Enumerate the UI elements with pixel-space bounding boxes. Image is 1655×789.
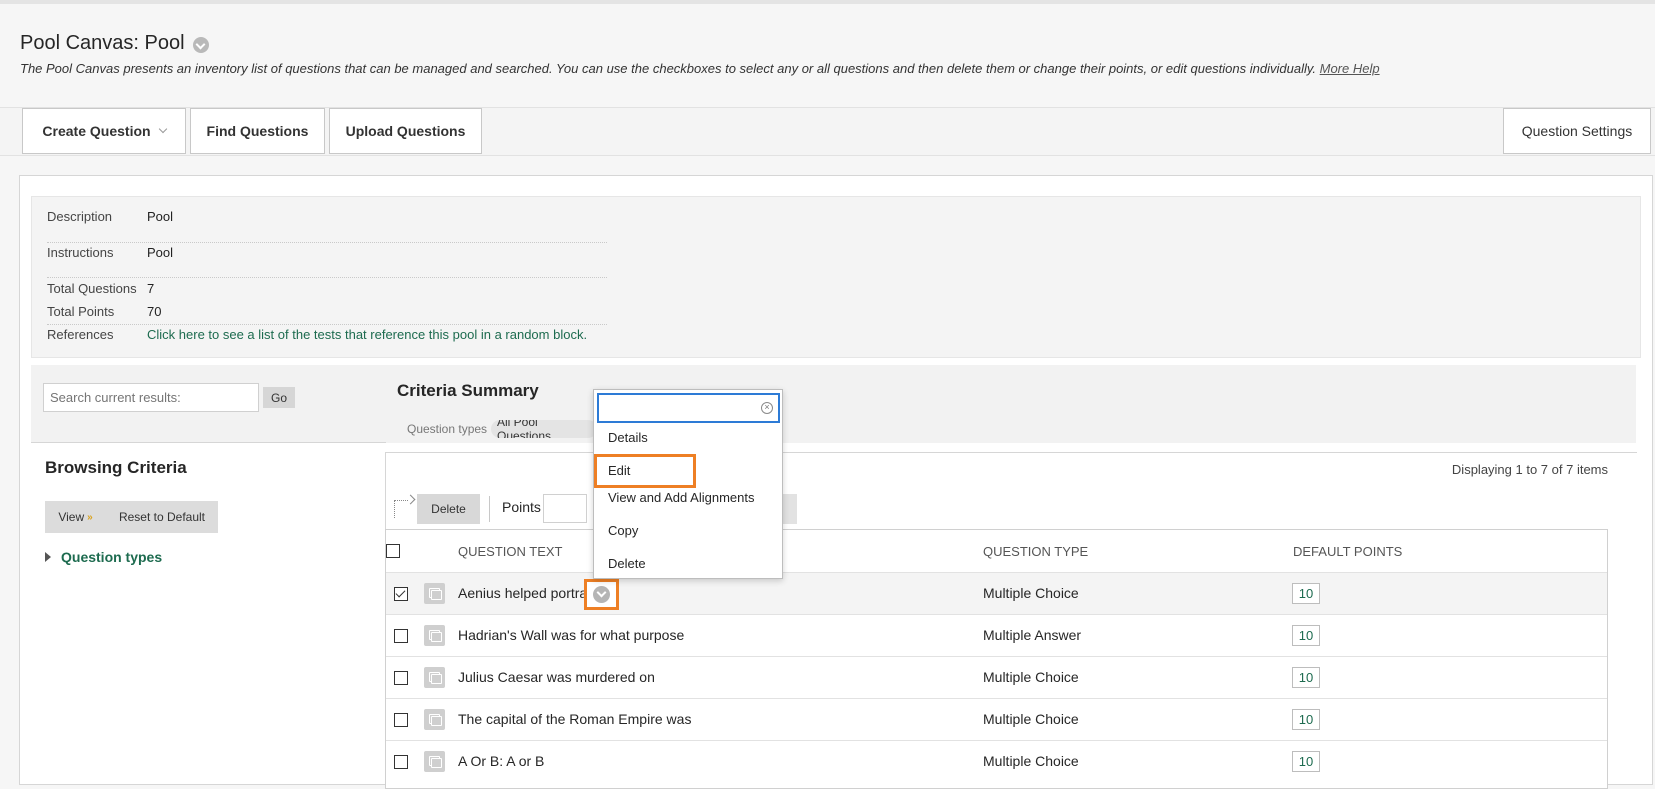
question-types-label: Question types (61, 549, 163, 565)
question-text[interactable]: Aenius helped portray (458, 585, 594, 601)
create-question-label: Create Question (42, 123, 151, 139)
select-all-checkbox[interactable] (386, 544, 400, 558)
total-points-label: Total Points (47, 304, 115, 319)
default-points-value[interactable]: 10 (1292, 667, 1320, 688)
chevron-down-icon (158, 124, 167, 134)
question-preview-icon[interactable] (424, 667, 445, 688)
row-menu-chevron-icon[interactable] (593, 586, 610, 603)
context-menu-search-input[interactable] (597, 393, 780, 423)
find-questions-button[interactable]: Find Questions (190, 108, 325, 154)
double-chevron-down-icon: » (87, 511, 93, 523)
total-points-value: 70 (147, 304, 162, 319)
question-types-toggle[interactable]: Question types (45, 549, 162, 565)
search-input[interactable] (43, 383, 259, 412)
row-checkbox[interactable] (394, 629, 408, 643)
question-type: Multiple Choice (983, 585, 1079, 601)
default-points-value[interactable]: 10 (1292, 583, 1320, 604)
header-question-text[interactable]: QUESTION TEXT (458, 544, 563, 559)
description-label: Description (47, 209, 113, 224)
title-chevron-icon[interactable] (192, 36, 209, 53)
menu-item-view-alignments[interactable]: View and Add Alignments (608, 490, 754, 505)
default-points-value[interactable]: 10 (1292, 709, 1320, 730)
row-checkbox[interactable] (394, 755, 408, 769)
criteria-question-types-pill: All Pool Questions (491, 420, 597, 438)
references-label: References (47, 327, 114, 342)
total-questions-value: 7 (147, 281, 155, 296)
bulk-action-arrow-icon (394, 500, 408, 518)
info-row-description: Description Pool (47, 209, 607, 243)
info-row-total-questions: Total Questions 7 (47, 281, 607, 302)
points-input[interactable] (543, 494, 587, 523)
points-label: Points (502, 499, 541, 515)
question-text[interactable]: Hadrian's Wall was for what purpose (458, 627, 684, 643)
question-type: Multiple Choice (983, 711, 1079, 727)
question-text[interactable]: A Or B: A or B (458, 753, 544, 769)
criteria-question-types-label: Question types (407, 422, 488, 436)
top-bar (0, 0, 1655, 4)
header-default-points[interactable]: DEFAULT POINTS (1293, 544, 1402, 559)
info-row-references: References Click here to see a list of t… (47, 327, 667, 348)
view-button[interactable]: View » (45, 501, 106, 533)
question-preview-icon[interactable] (424, 751, 445, 772)
create-question-button[interactable]: Create Question (22, 108, 186, 154)
bulk-delete-button[interactable]: Delete (417, 494, 480, 524)
question-preview-icon[interactable] (424, 709, 445, 730)
question-type: Multiple Choice (983, 753, 1079, 769)
browsing-criteria-title: Browsing Criteria (45, 458, 187, 477)
question-settings-button[interactable]: Question Settings (1503, 108, 1651, 154)
header-question-type[interactable]: QUESTION TYPE (983, 544, 1088, 559)
question-text[interactable]: The capital of the Roman Empire was (458, 711, 691, 727)
page-description: The Pool Canvas presents an inventory li… (20, 61, 1380, 76)
table-top-border (385, 452, 1637, 453)
go-button[interactable]: Go (263, 387, 295, 408)
question-preview-icon[interactable] (424, 583, 445, 604)
expand-triangle-icon (45, 552, 51, 562)
references-link[interactable]: Click here to see a list of the tests th… (147, 327, 587, 348)
question-text[interactable]: Julius Caesar was murdered on (458, 669, 655, 685)
page-title-text: Pool Canvas: Pool (20, 32, 185, 54)
criteria-summary-title: Criteria Summary (397, 381, 539, 400)
instructions-label: Instructions (47, 245, 114, 260)
info-row-instructions: Instructions Pool (47, 245, 607, 278)
reset-to-default-button[interactable]: Reset to Default (106, 501, 218, 533)
row-checkbox[interactable] (394, 713, 408, 727)
toolbar-separator (489, 496, 490, 522)
instructions-value: Pool (147, 245, 174, 260)
row-checkbox[interactable] (394, 671, 408, 685)
default-points-value[interactable]: 10 (1292, 625, 1320, 646)
menu-item-delete[interactable]: Delete (608, 556, 646, 571)
default-points-value[interactable]: 10 (1292, 751, 1320, 772)
question-type: Multiple Answer (983, 627, 1082, 643)
left-divider (31, 442, 386, 443)
upload-questions-button[interactable]: Upload Questions (329, 108, 482, 154)
clear-search-icon[interactable]: × (761, 402, 773, 414)
more-help-link[interactable]: More Help (1320, 61, 1380, 76)
question-type: Multiple Choice (983, 669, 1079, 685)
page-title: Pool Canvas: Pool (20, 32, 209, 55)
menu-item-copy[interactable]: Copy (608, 523, 638, 538)
total-questions-label: Total Questions (47, 281, 137, 296)
edit-highlight (594, 454, 696, 488)
menu-item-details[interactable]: Details (608, 430, 648, 445)
description-value: Pool (147, 209, 174, 224)
view-label: View (58, 510, 85, 524)
row-checkbox[interactable] (394, 587, 408, 601)
info-row-total-points: Total Points 70 (47, 304, 607, 325)
displaying-count: Displaying 1 to 7 of 7 items (1451, 462, 1608, 477)
page-description-text: The Pool Canvas presents an inventory li… (20, 61, 1316, 76)
question-preview-icon[interactable] (424, 625, 445, 646)
